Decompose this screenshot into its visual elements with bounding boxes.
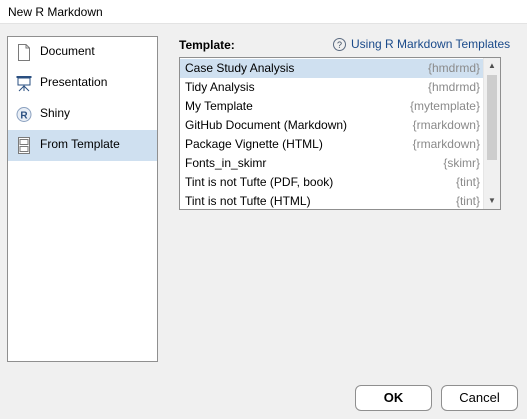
document-icon <box>18 44 30 61</box>
help-link-label: Using R Markdown Templates <box>351 37 511 51</box>
template-item[interactable]: Fonts_in_skimr {skimr} <box>180 154 484 173</box>
template-item[interactable]: Tint is not Tufte (PDF, book) {tint} <box>180 173 484 192</box>
template-name: My Template <box>185 99 253 113</box>
scroll-down-icon[interactable]: ▼ <box>484 193 500 209</box>
document-type-list: Document Presentation R Shiny From Templ… <box>7 36 158 362</box>
template-name: Tint is not Tufte (HTML) <box>185 194 311 208</box>
help-icon: ? <box>333 37 346 51</box>
sidebar-item-from-template[interactable]: From Template <box>8 130 157 161</box>
title-bar: New R Markdown <box>0 0 527 24</box>
template-name: GitHub Document (Markdown) <box>185 118 348 132</box>
template-name: Tint is not Tufte (PDF, book) <box>185 175 334 189</box>
template-list[interactable]: Case Study Analysis {hmdrmd} Tidy Analys… <box>179 57 501 210</box>
template-package: {tint} <box>455 175 480 189</box>
template-package: {hmdrmd} <box>427 80 480 94</box>
scrollbar-thumb[interactable] <box>487 75 497 160</box>
template-name: Tidy Analysis <box>185 80 255 94</box>
template-package: {tint} <box>455 194 480 208</box>
presentation-icon <box>16 76 32 92</box>
template-icon <box>18 137 30 154</box>
template-package: {rmarkdown} <box>412 137 480 151</box>
template-name: Case Study Analysis <box>185 61 295 75</box>
svg-text:R: R <box>20 111 28 122</box>
template-heading: Template: <box>179 38 235 52</box>
template-name: Fonts_in_skimr <box>185 156 267 170</box>
sidebar-item-shiny[interactable]: R Shiny <box>8 99 157 130</box>
sidebar-item-label: Presentation <box>40 75 108 89</box>
sidebar-item-label: Shiny <box>40 106 71 120</box>
template-name: Package Vignette (HTML) <box>185 137 323 151</box>
template-package: {skimr} <box>443 156 480 170</box>
template-item[interactable]: Tint is not Tufte (HTML) {tint} <box>180 192 484 209</box>
template-package: {rmarkdown} <box>412 118 480 132</box>
sidebar-item-document[interactable]: Document <box>8 37 157 68</box>
shiny-r-icon: R <box>16 107 32 122</box>
template-item[interactable]: Case Study Analysis {hmdrmd} <box>180 59 484 78</box>
template-item[interactable]: My Template {mytemplate} <box>180 97 484 116</box>
sidebar-item-label: From Template <box>40 137 120 151</box>
window-title: New R Markdown <box>8 5 103 19</box>
sidebar-item-label: Document <box>40 44 95 58</box>
r-markdown-templates-help-link[interactable]: ? Using R Markdown Templates <box>333 37 510 51</box>
template-package: {hmdrmd} <box>427 61 480 75</box>
template-package: {mytemplate} <box>409 99 480 113</box>
template-list-scrollbar[interactable]: ▲ ▼ <box>483 58 500 209</box>
ok-button[interactable]: OK <box>355 385 432 411</box>
template-item[interactable]: GitHub Document (Markdown) {rmarkdown} <box>180 116 484 135</box>
scroll-up-icon[interactable]: ▲ <box>484 58 500 74</box>
template-item[interactable]: Package Vignette (HTML) {rmarkdown} <box>180 135 484 154</box>
template-item[interactable]: Tidy Analysis {hmdrmd} <box>180 78 484 97</box>
sidebar-item-presentation[interactable]: Presentation <box>8 68 157 99</box>
cancel-button[interactable]: Cancel <box>441 385 518 411</box>
